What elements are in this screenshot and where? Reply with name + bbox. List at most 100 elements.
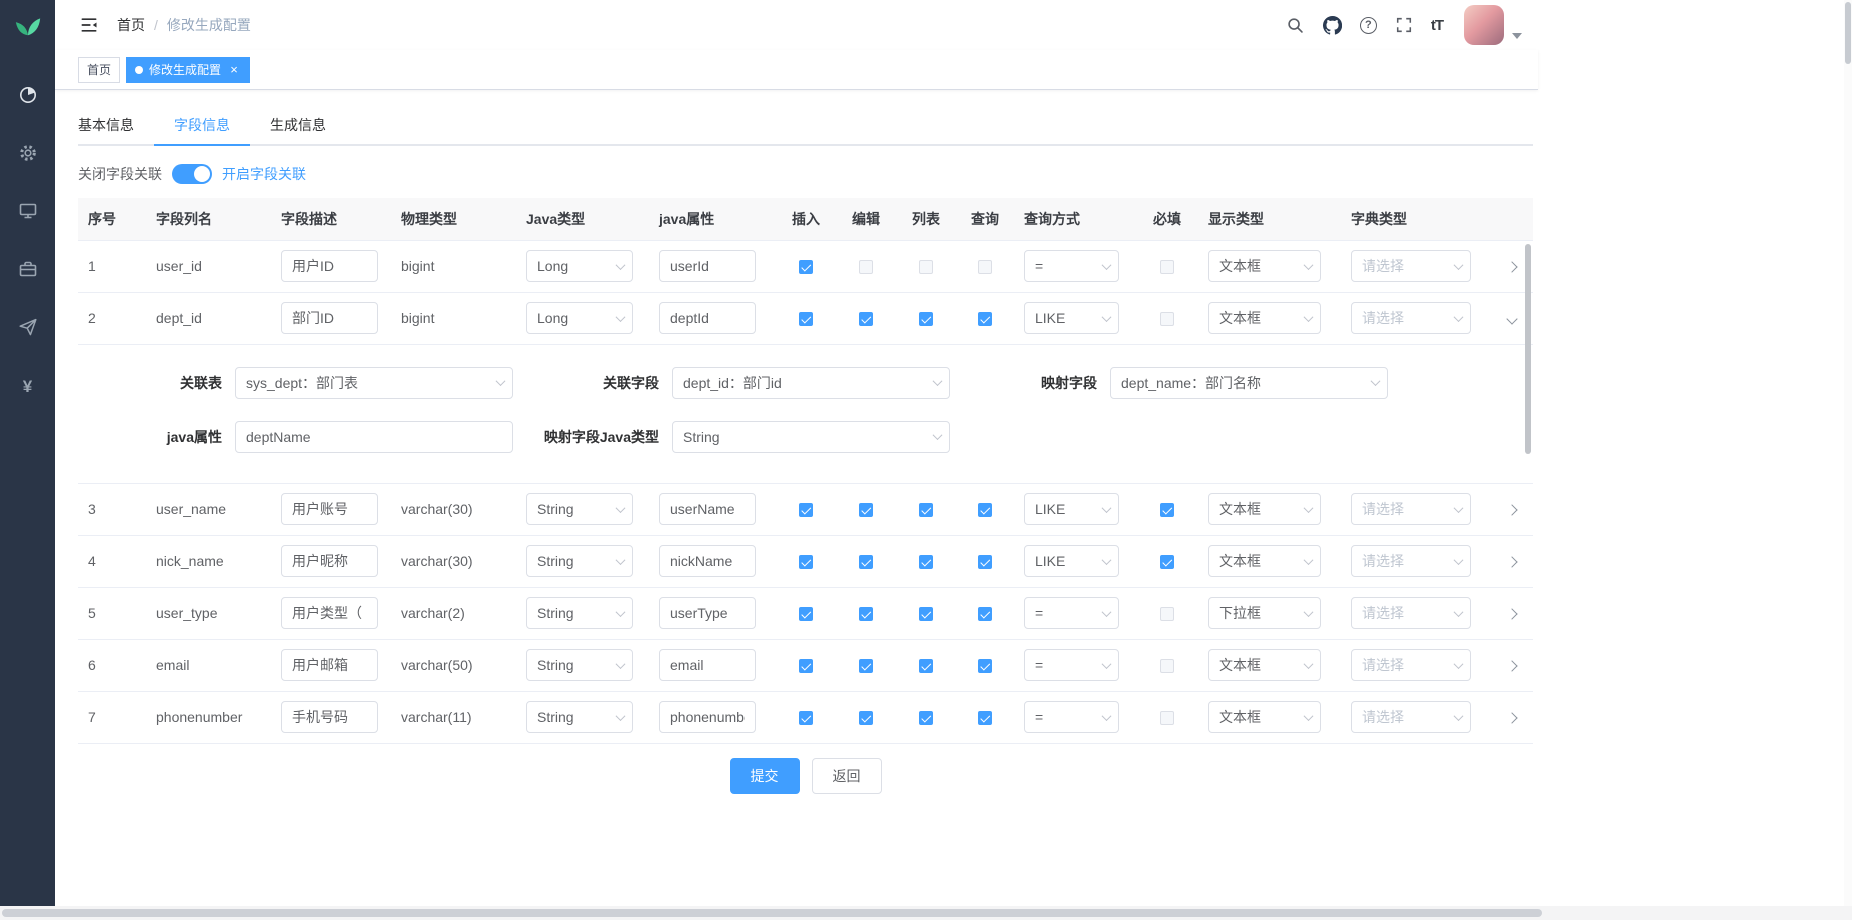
query-checkbox[interactable] (978, 711, 992, 725)
java-type-select[interactable]: String (526, 649, 633, 681)
sidebar-item-dashboard[interactable] (0, 68, 55, 126)
required-checkbox[interactable] (1160, 659, 1174, 673)
query-checkbox[interactable] (978, 260, 992, 274)
display-type-select[interactable]: 文本框 (1208, 649, 1321, 681)
vertical-scrollbar-thumb[interactable] (1845, 2, 1851, 64)
list-checkbox[interactable] (919, 607, 933, 621)
description-input[interactable] (281, 701, 378, 733)
display-type-select[interactable]: 文本框 (1208, 250, 1321, 282)
description-input[interactable] (281, 545, 378, 577)
table-scrollbar-thumb[interactable] (1525, 244, 1531, 454)
dict-type-select[interactable]: 请选择 (1351, 597, 1471, 629)
java-property-input[interactable] (659, 302, 756, 334)
list-checkbox[interactable] (919, 312, 933, 326)
avatar[interactable] (1464, 5, 1504, 45)
search-icon[interactable] (1277, 0, 1314, 50)
java-property-input[interactable] (659, 701, 756, 733)
expand-arrow-icon[interactable] (1506, 712, 1517, 723)
insert-checkbox[interactable] (799, 555, 813, 569)
query-method-select[interactable]: LIKE (1024, 302, 1119, 334)
expand-arrow-icon[interactable] (1506, 313, 1517, 324)
relation-field-select[interactable]: dept_id：部门id (672, 367, 950, 399)
sub-java-property-input[interactable] (235, 421, 513, 453)
list-checkbox[interactable] (919, 711, 933, 725)
insert-checkbox[interactable] (799, 711, 813, 725)
edit-checkbox[interactable] (859, 312, 873, 326)
insert-checkbox[interactable] (799, 659, 813, 673)
dict-type-select[interactable]: 请选择 (1351, 701, 1471, 733)
edit-checkbox[interactable] (859, 555, 873, 569)
field-association-switch[interactable] (172, 164, 212, 184)
relation-table-select[interactable]: sys_dept：部门表 (235, 367, 513, 399)
insert-checkbox[interactable] (799, 312, 813, 326)
display-type-select[interactable]: 文本框 (1208, 545, 1321, 577)
list-checkbox[interactable] (919, 659, 933, 673)
tag-close-icon[interactable]: × (227, 63, 241, 77)
query-checkbox[interactable] (978, 312, 992, 326)
fullscreen-icon[interactable] (1386, 0, 1422, 50)
user-menu[interactable] (1464, 5, 1528, 45)
java-type-select[interactable]: Long (526, 250, 633, 282)
sidebar-item-system[interactable] (0, 126, 55, 184)
query-method-select[interactable]: = (1024, 701, 1119, 733)
dict-type-select[interactable]: 请选择 (1351, 649, 1471, 681)
java-type-select[interactable]: String (526, 701, 633, 733)
query-checkbox[interactable] (978, 555, 992, 569)
expand-arrow-icon[interactable] (1506, 608, 1517, 619)
window-horizontal-scrollbar[interactable] (0, 906, 1852, 920)
github-icon[interactable] (1314, 0, 1351, 50)
list-checkbox[interactable] (919, 260, 933, 274)
app-logo[interactable] (0, 0, 55, 52)
query-method-select[interactable]: = (1024, 649, 1119, 681)
query-method-select[interactable]: = (1024, 597, 1119, 629)
dict-type-select[interactable]: 请选择 (1351, 302, 1471, 334)
query-method-select[interactable]: = (1024, 250, 1119, 282)
mapping-field-select[interactable]: dept_name：部门名称 (1110, 367, 1388, 399)
tab-gen-info[interactable]: 生成信息 (250, 106, 346, 146)
java-type-select[interactable]: String (526, 597, 633, 629)
expand-arrow-icon[interactable] (1506, 261, 1517, 272)
dict-type-select[interactable]: 请选择 (1351, 250, 1471, 282)
java-property-input[interactable] (659, 493, 756, 525)
expand-arrow-icon[interactable] (1506, 504, 1517, 515)
insert-checkbox[interactable] (799, 260, 813, 274)
breadcrumb-home[interactable]: 首页 (117, 15, 145, 35)
required-checkbox[interactable] (1160, 503, 1174, 517)
java-property-input[interactable] (659, 597, 756, 629)
java-type-select[interactable]: String (526, 545, 633, 577)
edit-checkbox[interactable] (859, 607, 873, 621)
window-vertical-scrollbar[interactable] (1844, 0, 1852, 906)
edit-checkbox[interactable] (859, 659, 873, 673)
help-icon[interactable]: ? (1351, 0, 1386, 50)
java-type-select[interactable]: String (526, 493, 633, 525)
expand-arrow-icon[interactable] (1506, 660, 1517, 671)
mapping-java-type-select[interactable]: String (672, 421, 950, 453)
required-checkbox[interactable] (1160, 607, 1174, 621)
back-button[interactable]: 返回 (812, 758, 882, 794)
tag-current[interactable]: 修改生成配置 × (126, 57, 250, 83)
required-checkbox[interactable] (1160, 711, 1174, 725)
java-property-input[interactable] (659, 250, 756, 282)
required-checkbox[interactable] (1160, 555, 1174, 569)
query-checkbox[interactable] (978, 607, 992, 621)
description-input[interactable] (281, 302, 378, 334)
query-checkbox[interactable] (978, 659, 992, 673)
required-checkbox[interactable] (1160, 260, 1174, 274)
display-type-select[interactable]: 文本框 (1208, 302, 1321, 334)
horizontal-scrollbar-thumb[interactable] (2, 909, 1542, 917)
expand-arrow-icon[interactable] (1506, 556, 1517, 567)
required-checkbox[interactable] (1160, 312, 1174, 326)
edit-checkbox[interactable] (859, 711, 873, 725)
dict-type-select[interactable]: 请选择 (1351, 493, 1471, 525)
display-type-select[interactable]: 下拉框 (1208, 597, 1321, 629)
insert-checkbox[interactable] (799, 607, 813, 621)
java-property-input[interactable] (659, 545, 756, 577)
edit-checkbox[interactable] (859, 503, 873, 517)
font-size-icon[interactable]: tT (1422, 0, 1452, 50)
display-type-select[interactable]: 文本框 (1208, 701, 1321, 733)
tab-field-info[interactable]: 字段信息 (154, 106, 250, 146)
java-property-input[interactable] (659, 649, 756, 681)
query-checkbox[interactable] (978, 503, 992, 517)
tag-home[interactable]: 首页 (78, 57, 120, 83)
insert-checkbox[interactable] (799, 503, 813, 517)
